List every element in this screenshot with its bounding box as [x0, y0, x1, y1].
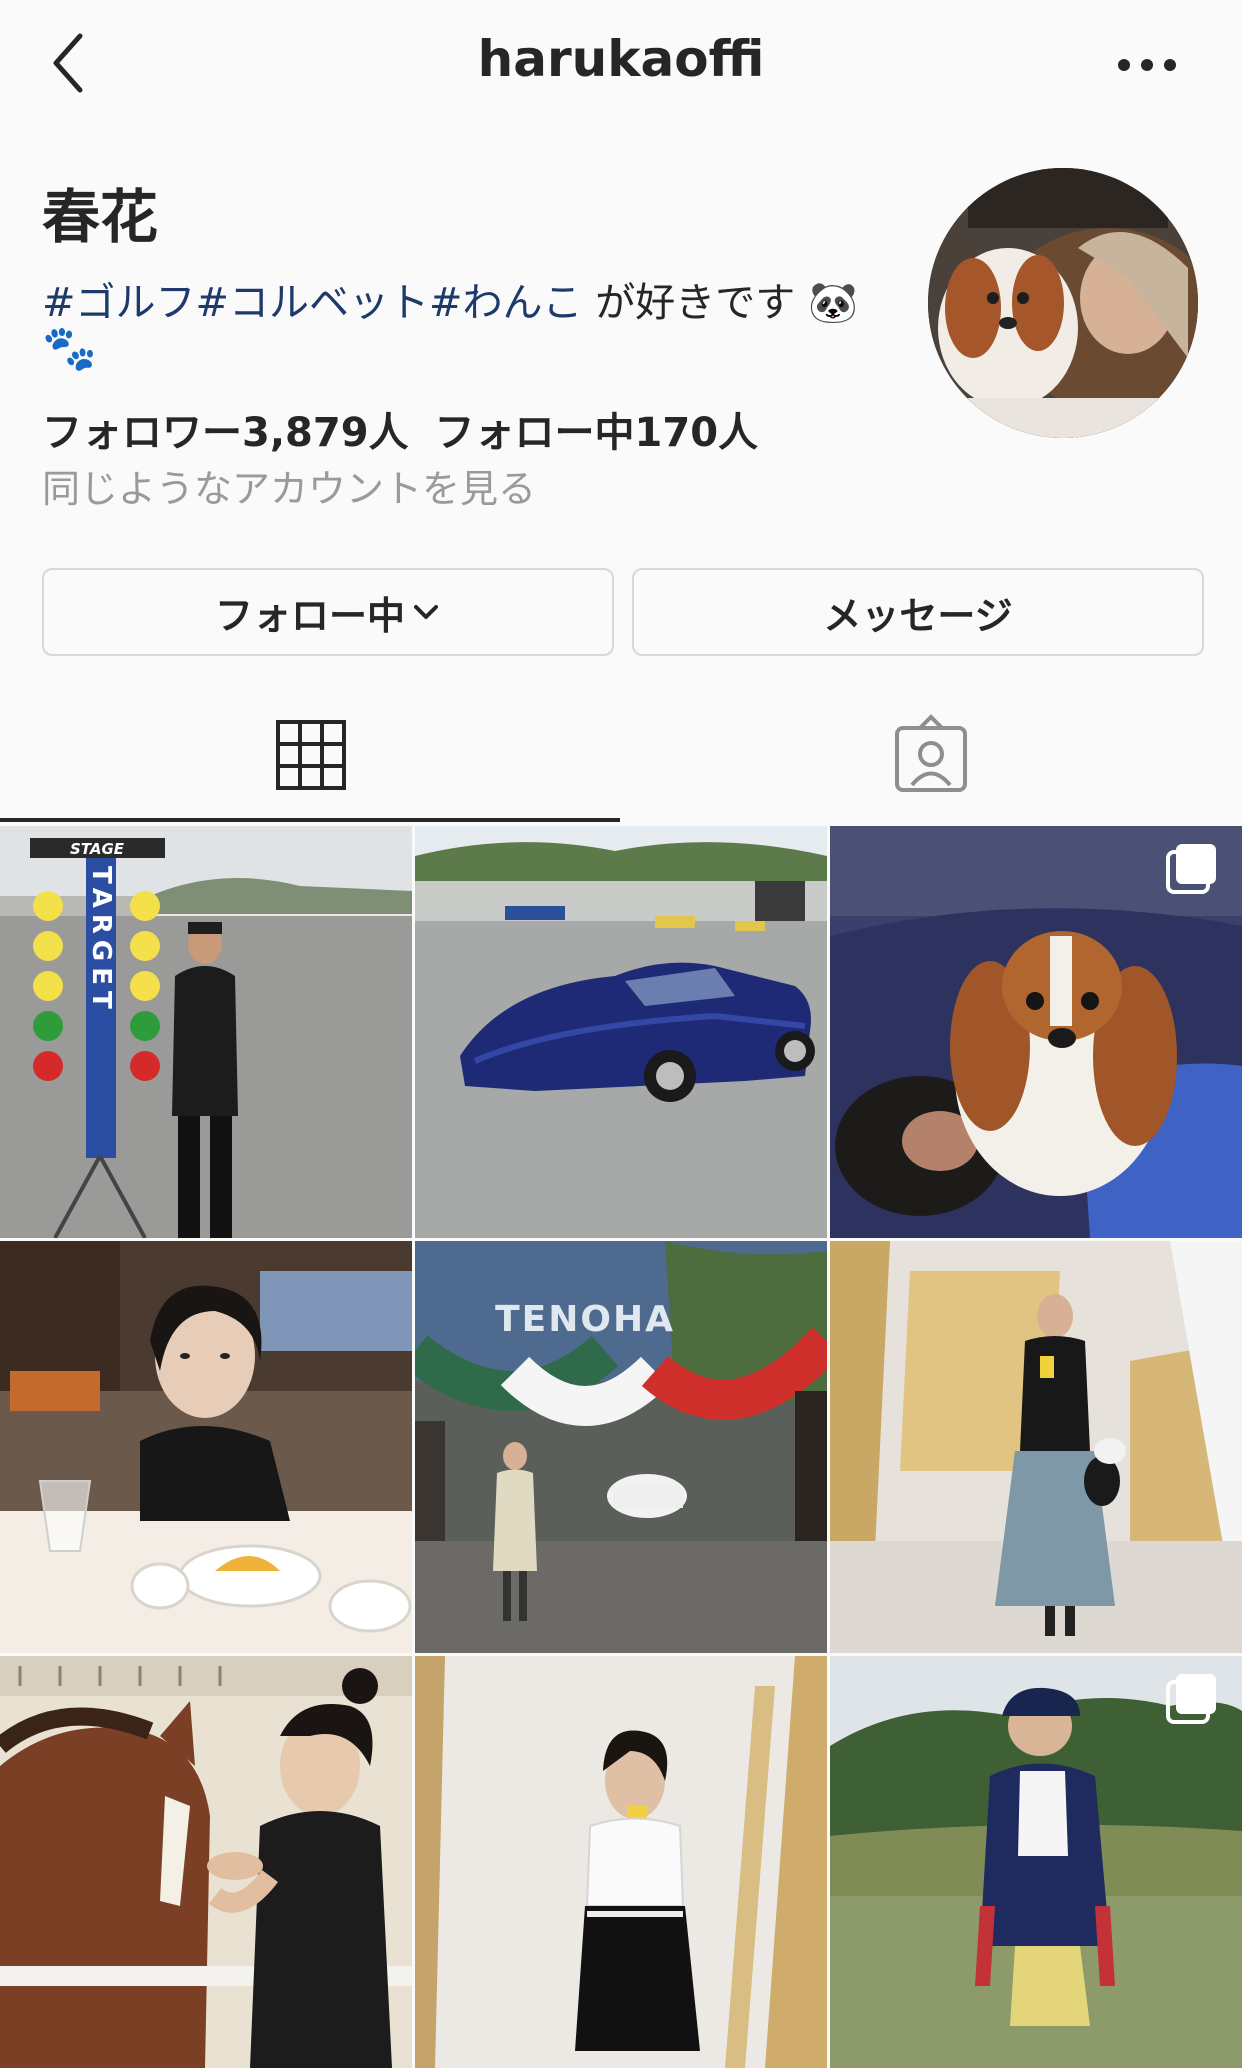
tab-tagged[interactable] — [620, 690, 1242, 820]
post-thumbnail[interactable] — [0, 1241, 412, 1653]
stage-text: STAGE — [70, 840, 125, 858]
post-thumbnail[interactable] — [415, 1656, 827, 2068]
post-thumbnail[interactable] — [830, 826, 1242, 1238]
hashtag-corvette[interactable]: #コルベット — [196, 280, 430, 326]
followers-count[interactable]: フォロワー3,879人 — [42, 410, 409, 456]
following-button[interactable]: フォロー中 — [42, 568, 614, 656]
post-thumbnail[interactable]: TENOHA — [415, 1241, 827, 1653]
post-thumbnail[interactable]: STAGE TARGET — [0, 826, 412, 1238]
display-name: 春花 — [42, 183, 159, 251]
following-label: フォロー中 — [214, 593, 405, 638]
active-tab-indicator — [0, 818, 620, 822]
hashtag-golf[interactable]: #ゴルフ — [42, 280, 196, 326]
tab-grid[interactable] — [0, 690, 620, 820]
tenoha-sign: TENOHA — [495, 1299, 675, 1340]
target-text: TARGET — [86, 866, 116, 1015]
more-horizontal-icon — [1118, 59, 1130, 71]
paws-emoji: 🐾 — [42, 323, 97, 374]
profile-stats: フォロワー3,879人 フォロー中170人 — [42, 400, 758, 458]
similar-accounts-link[interactable]: 同じようなアカウントを見る — [42, 458, 536, 513]
post-thumbnail[interactable] — [415, 826, 827, 1238]
more-options-button[interactable] — [1112, 50, 1182, 80]
avatar-photo — [928, 168, 1198, 438]
hashtag-wanko[interactable]: #わんこ — [429, 280, 583, 326]
tagged-person-icon — [895, 714, 967, 792]
grid-icon — [276, 720, 346, 790]
post-thumbnail[interactable] — [830, 1241, 1242, 1653]
post-thumbnail[interactable] — [830, 1656, 1242, 2068]
bio-text: #ゴルフ#コルベット#わんこ が好きです 🐼 — [42, 270, 858, 328]
post-thumbnail[interactable] — [0, 1656, 412, 2068]
message-label: メッセージ — [823, 593, 1013, 638]
following-count[interactable]: フォロー中170人 — [435, 410, 759, 456]
message-button[interactable]: メッセージ — [632, 568, 1204, 656]
page-title: harukaoffi — [477, 30, 765, 88]
avatar[interactable] — [928, 168, 1198, 438]
panda-emoji: 🐼 — [807, 280, 858, 326]
bio-suffix: が好きです — [582, 280, 796, 326]
chevron-down-icon — [414, 605, 438, 619]
